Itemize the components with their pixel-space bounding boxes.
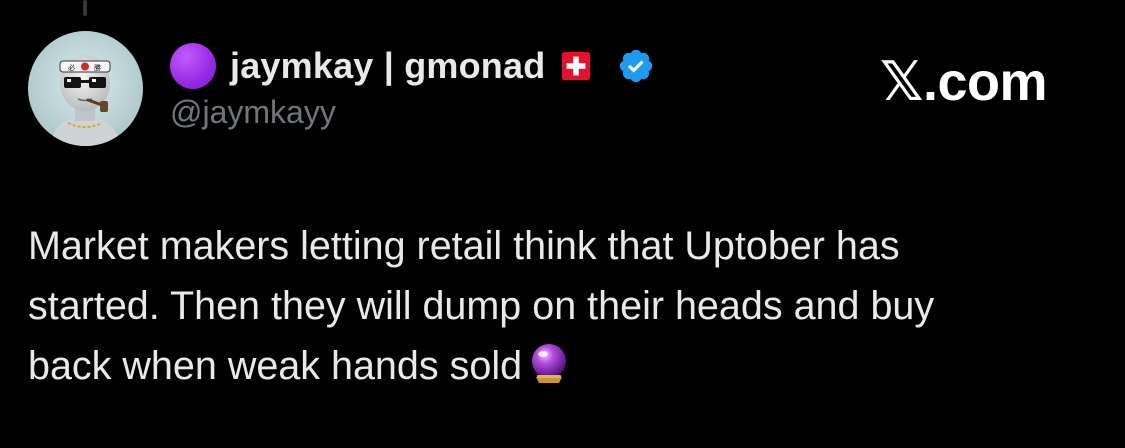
- tweet-text-line-content: back when weak hands sold: [28, 344, 523, 388]
- site-label: 𝕏.com: [880, 52, 1048, 112]
- svg-text:必: 必: [68, 63, 75, 72]
- verified-badge-icon[interactable]: [617, 47, 655, 85]
- avatar-image: 必 勝: [28, 31, 143, 146]
- tweet-text-line-last: back when weak hands sold: [28, 336, 1088, 396]
- tweet-text-line: started. Then they will dump on their he…: [28, 284, 935, 328]
- author-display-name[interactable]: jaymkay | gmonad: [230, 45, 545, 87]
- crystal-ball-icon: [526, 341, 572, 387]
- author-handle[interactable]: @jaymkayy: [170, 94, 336, 131]
- swiss-flag-icon: [562, 51, 591, 81]
- tweet-text-line: Market makers letting retail think that …: [28, 224, 900, 268]
- tweet-body: Market makers letting retail think that …: [28, 216, 1088, 396]
- thread-connector-line: [83, 0, 87, 16]
- avatar[interactable]: 必 勝: [28, 31, 143, 146]
- svg-text:勝: 勝: [94, 63, 101, 72]
- author-name-row[interactable]: jaymkay | gmonad: [170, 40, 655, 92]
- purple-circle-icon: [170, 43, 216, 89]
